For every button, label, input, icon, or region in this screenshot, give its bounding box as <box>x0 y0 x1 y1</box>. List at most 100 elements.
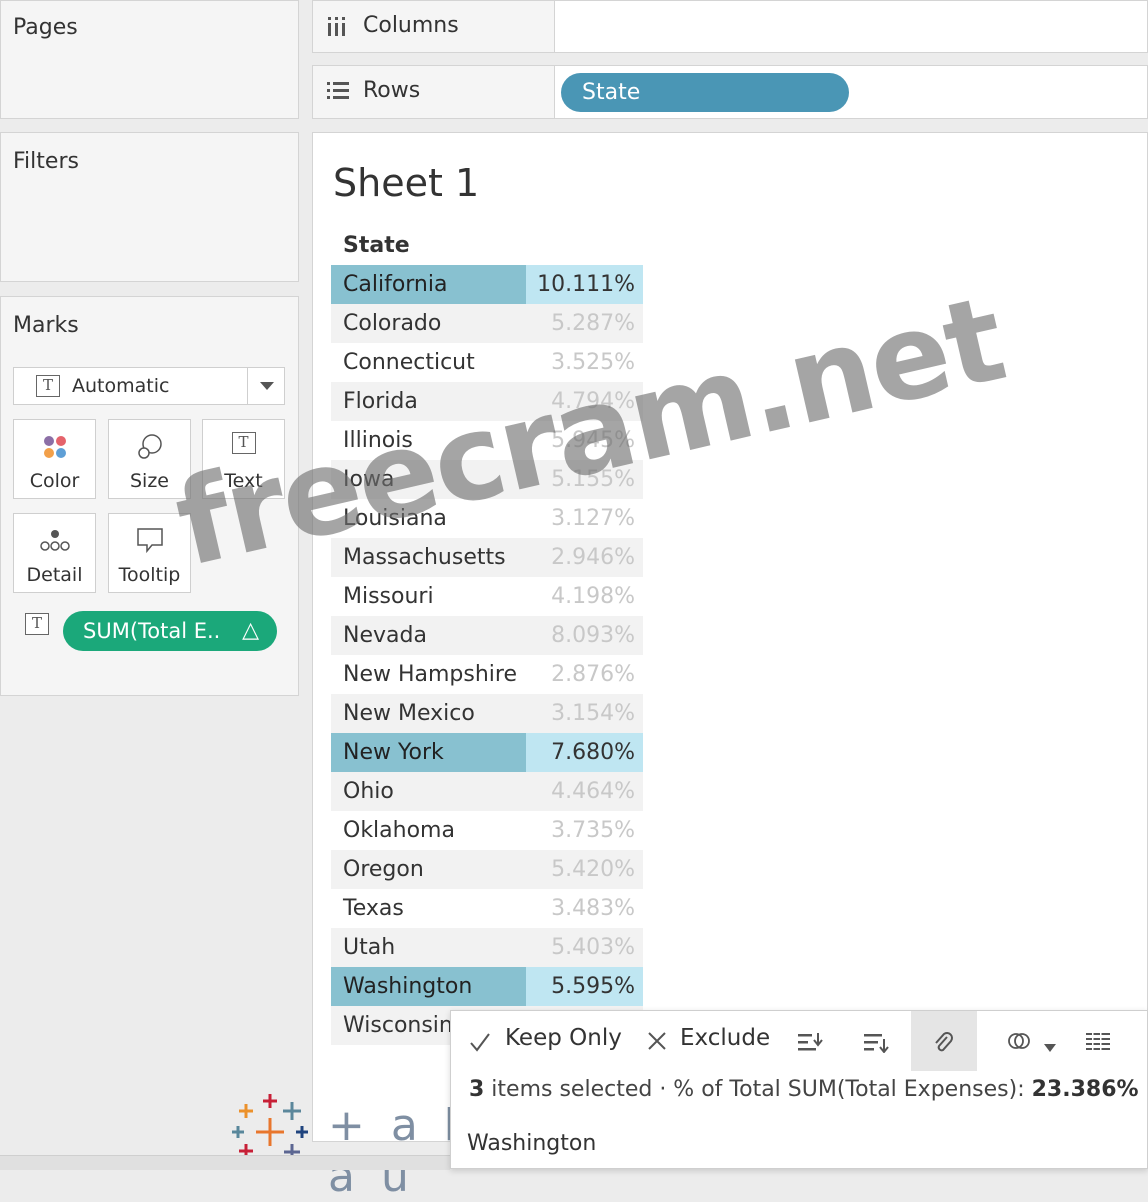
text-button[interactable]: T Text <box>202 419 285 499</box>
table-row[interactable]: New York 7.680% <box>331 733 643 772</box>
keep-only-button[interactable]: Keep Only <box>505 1025 622 1051</box>
state-name-cell[interactable]: Washington <box>331 967 526 1006</box>
table-row[interactable]: New Hampshire 2.876% <box>331 655 643 694</box>
percent-value-cell[interactable]: 2.946% <box>526 538 643 577</box>
percent-value-cell[interactable]: 5.155% <box>526 460 643 499</box>
table-row[interactable]: Colorado 5.287% <box>331 304 643 343</box>
percent-value-cell[interactable]: 3.525% <box>526 343 643 382</box>
table-row[interactable]: Iowa 5.155% <box>331 460 643 499</box>
text-icon: T <box>203 432 284 462</box>
hover-item-label: Washington <box>467 1131 597 1156</box>
state-pill[interactable]: State <box>561 73 849 112</box>
chevron-down-icon[interactable] <box>260 382 274 390</box>
state-table: California 10.111% Colorado 5.287% Connectic… <box>331 265 643 1045</box>
group-icon[interactable] <box>1007 1029 1031 1057</box>
state-name-cell[interactable]: Oregon <box>331 850 526 889</box>
tooltip-icon <box>109 526 190 556</box>
text-mark-icon: T <box>36 375 60 397</box>
state-name-cell[interactable]: Colorado <box>331 304 526 343</box>
rows-shelf[interactable]: State <box>554 65 1148 119</box>
percent-value-cell[interactable]: 3.735% <box>526 811 643 850</box>
color-button[interactable]: Color <box>13 419 96 499</box>
table-row[interactable]: Illinois 5.945% <box>331 421 643 460</box>
size-icon <box>109 432 190 462</box>
percent-value-cell[interactable]: 3.483% <box>526 889 643 928</box>
table-row[interactable]: Washington 5.595% <box>331 967 643 1006</box>
sort-descending-icon[interactable] <box>863 1031 889 1057</box>
state-name-cell[interactable]: New Mexico <box>331 694 526 733</box>
measure-pill[interactable]: SUM(Total E.. △ <box>63 611 277 651</box>
state-name-cell[interactable]: Massachusetts <box>331 538 526 577</box>
state-name-cell[interactable]: Oklahoma <box>331 811 526 850</box>
table-row[interactable]: Connecticut 3.525% <box>331 343 643 382</box>
state-name-cell[interactable]: Ohio <box>331 772 526 811</box>
sheet-title: Sheet 1 <box>333 161 480 205</box>
state-column-header[interactable]: State <box>343 233 410 258</box>
columns-shelf[interactable] <box>554 0 1148 53</box>
state-name-cell[interactable]: Iowa <box>331 460 526 499</box>
percent-value-cell[interactable]: 5.945% <box>526 421 643 460</box>
percent-value-cell[interactable]: 10.111% <box>526 265 643 304</box>
color-icon <box>14 432 95 462</box>
check-icon <box>469 1031 491 1057</box>
state-name-cell[interactable]: Connecticut <box>331 343 526 382</box>
chevron-down-icon[interactable] <box>1043 1038 1057 1057</box>
rows-shelf-label: Rows <box>312 65 555 119</box>
paperclip-icon[interactable] <box>931 1029 955 1059</box>
pages-title: Pages <box>13 15 78 40</box>
table-row[interactable]: Florida 4.794% <box>331 382 643 421</box>
sort-ascending-icon[interactable] <box>797 1031 823 1057</box>
mark-type-dropdown[interactable]: T Automatic <box>13 367 285 405</box>
table-row[interactable]: California 10.111% <box>331 265 643 304</box>
tooltip-button[interactable]: Tooltip <box>108 513 191 593</box>
exclude-button[interactable]: Exclude <box>680 1025 770 1051</box>
summary-text: items selected · % of Total SUM(Total Ex… <box>484 1077 1032 1102</box>
state-name-cell[interactable]: Louisiana <box>331 499 526 538</box>
marks-title: Marks <box>13 313 79 338</box>
percent-value-cell[interactable]: 4.198% <box>526 577 643 616</box>
percent-value-cell[interactable]: 5.595% <box>526 967 643 1006</box>
percent-value-cell[interactable]: 5.403% <box>526 928 643 967</box>
percent-value-cell[interactable]: 8.093% <box>526 616 643 655</box>
percent-value-cell[interactable]: 3.154% <box>526 694 643 733</box>
detail-button[interactable]: Detail <box>13 513 96 593</box>
percent-value-cell[interactable]: 7.680% <box>526 733 643 772</box>
table-row[interactable]: Utah 5.403% <box>331 928 643 967</box>
table-row[interactable]: Louisiana 3.127% <box>331 499 643 538</box>
table-row[interactable]: New Mexico 3.154% <box>331 694 643 733</box>
percent-value-cell[interactable]: 3.127% <box>526 499 643 538</box>
state-name-cell[interactable]: Texas <box>331 889 526 928</box>
percent-value-cell[interactable]: 5.420% <box>526 850 643 889</box>
state-name-cell[interactable]: Utah <box>331 928 526 967</box>
status-bar <box>0 1155 450 1170</box>
state-name-cell[interactable]: California <box>331 265 526 304</box>
table-row[interactable]: Nevada 8.093% <box>331 616 643 655</box>
view-data-icon[interactable] <box>1085 1031 1111 1057</box>
pages-shelf[interactable]: Pages <box>0 0 299 119</box>
filters-shelf[interactable]: Filters <box>0 132 299 282</box>
state-name-cell[interactable]: Florida <box>331 382 526 421</box>
sheet-view: Sheet 1 State California 10.111% Colorado 5… <box>312 132 1148 1142</box>
text-label: Text <box>224 470 263 492</box>
state-name-cell[interactable]: Missouri <box>331 577 526 616</box>
table-row[interactable]: Massachusetts 2.946% <box>331 538 643 577</box>
percent-value-cell[interactable]: 2.876% <box>526 655 643 694</box>
size-button[interactable]: Size <box>108 419 191 499</box>
delta-icon: △ <box>242 618 259 643</box>
state-name-cell[interactable]: Nevada <box>331 616 526 655</box>
selection-summary: 3 items selected · % of Total SUM(Total … <box>469 1077 1139 1102</box>
state-name-cell[interactable]: New York <box>331 733 526 772</box>
table-row[interactable]: Oregon 5.420% <box>331 850 643 889</box>
state-name-cell[interactable]: New Hampshire <box>331 655 526 694</box>
state-name-cell[interactable]: Illinois <box>331 421 526 460</box>
table-row[interactable]: Ohio 4.464% <box>331 772 643 811</box>
percent-value-cell[interactable]: 4.464% <box>526 772 643 811</box>
dropdown-divider <box>247 368 248 404</box>
table-row[interactable]: Oklahoma 3.735% <box>331 811 643 850</box>
mark-type-value: Automatic <box>72 375 170 397</box>
table-row[interactable]: Missouri 4.198% <box>331 577 643 616</box>
percent-value-cell[interactable]: 4.794% <box>526 382 643 421</box>
percent-value-cell[interactable]: 5.287% <box>526 304 643 343</box>
size-label: Size <box>129 470 169 492</box>
table-row[interactable]: Texas 3.483% <box>331 889 643 928</box>
